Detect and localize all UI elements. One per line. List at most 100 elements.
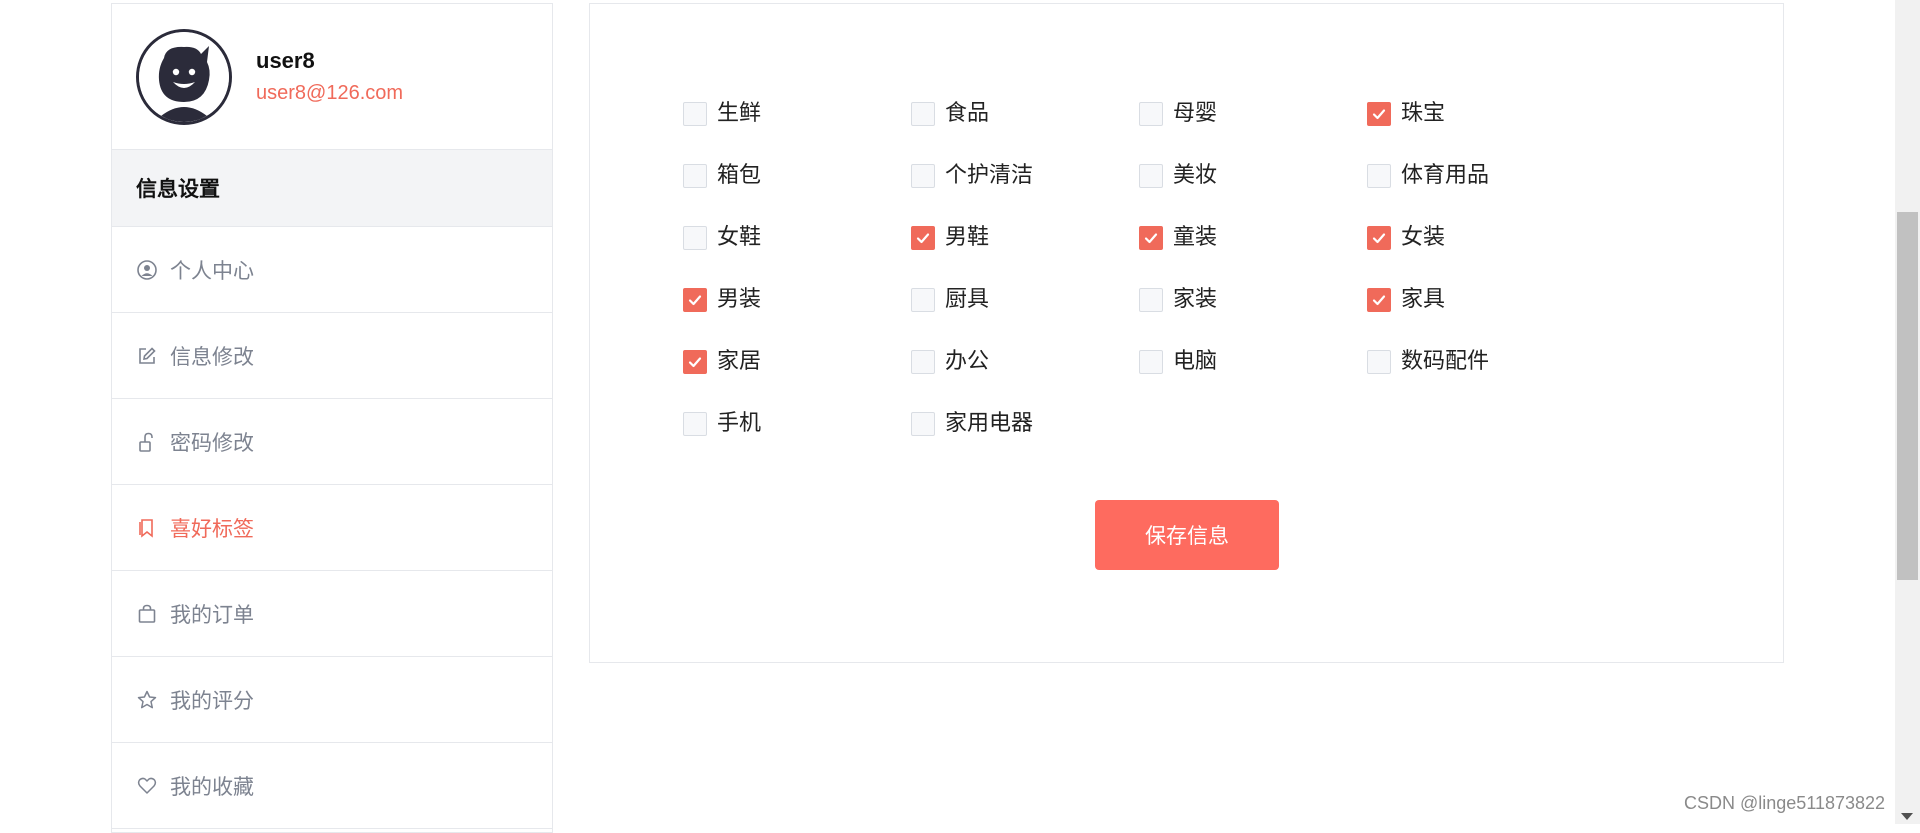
checkbox-unchecked[interactable] [1139, 288, 1163, 312]
tag-checkbox-item[interactable]: 家用电器 [911, 410, 1139, 472]
checkbox-unchecked[interactable] [1139, 164, 1163, 188]
sidebar-item-change-password[interactable]: 密码修改 [112, 399, 552, 485]
user-circle-icon [136, 259, 158, 281]
tag-label: 电脑 [1173, 349, 1218, 374]
tag-checkbox-item[interactable]: 童装 [1139, 224, 1367, 286]
scroll-down-arrow-icon[interactable] [1901, 813, 1913, 820]
checkbox-checked[interactable] [911, 226, 935, 250]
tag-label: 体育用品 [1401, 163, 1490, 188]
checkbox-checked[interactable] [1367, 288, 1391, 312]
tag-checkbox-item[interactable]: 箱包 [683, 162, 911, 224]
tag-checkbox-item[interactable]: 男装 [683, 286, 911, 348]
avatar-face-icon [139, 31, 229, 122]
tag-checkbox-item[interactable]: 母婴 [1139, 100, 1367, 162]
checkbox-unchecked[interactable] [683, 412, 707, 436]
profile-card: user8 user8@126.com [112, 4, 552, 150]
tag-label: 女装 [1401, 225, 1446, 250]
checkbox-checked[interactable] [683, 350, 707, 374]
tag-checkbox-item[interactable]: 美妆 [1139, 162, 1367, 224]
page-scrollbar[interactable] [1895, 0, 1920, 824]
tag-label: 箱包 [717, 163, 762, 188]
checkbox-unchecked[interactable] [911, 164, 935, 188]
scrollbar-thumb[interactable] [1897, 212, 1918, 580]
section-title: 信息设置 [112, 150, 552, 227]
tag-checkbox-item[interactable]: 女鞋 [683, 224, 911, 286]
tag-label: 个护清洁 [945, 163, 1034, 188]
checkbox-checked[interactable] [1367, 226, 1391, 250]
tag-checkbox-item[interactable]: 数码配件 [1367, 348, 1595, 410]
tag-label: 手机 [717, 411, 762, 436]
checkmark-icon [1144, 233, 1158, 244]
shopping-bag-icon [136, 603, 158, 625]
tag-label: 母婴 [1173, 101, 1218, 126]
checkbox-unchecked[interactable] [911, 288, 935, 312]
sidebar-item-label: 个人中心 [170, 258, 254, 283]
bookmark-icon [136, 517, 158, 539]
preference-tags-panel: 生鲜 食品 母婴 珠宝箱包 个护清洁 美妆 体育用品女鞋 男鞋 童装 女装男装 厨具 家装 家具家居 办公… [589, 3, 1784, 663]
star-icon [136, 689, 158, 711]
tag-label: 童装 [1173, 225, 1218, 250]
checkbox-unchecked[interactable] [911, 102, 935, 126]
tag-label: 数码配件 [1401, 349, 1490, 374]
tag-label: 家具 [1401, 287, 1446, 312]
username: user8 [256, 48, 315, 73]
tag-checkbox-item[interactable]: 厨具 [911, 286, 1139, 348]
checkbox-unchecked[interactable] [683, 102, 707, 126]
checkbox-unchecked[interactable] [683, 164, 707, 188]
checkmark-icon [1372, 295, 1386, 306]
edit-icon [136, 345, 158, 367]
tag-checkbox-item[interactable]: 电脑 [1139, 348, 1367, 410]
checkmark-icon [688, 295, 702, 306]
tag-checkbox-item[interactable]: 办公 [911, 348, 1139, 410]
sidebar-item-edit-info[interactable]: 信息修改 [112, 313, 552, 399]
sidebar: user8 user8@126.com 信息设置 个人中心 信息修改 密码修改 … [111, 3, 553, 833]
checkbox-checked[interactable] [683, 288, 707, 312]
tag-label: 美妆 [1173, 163, 1218, 188]
checkmark-icon [1372, 233, 1386, 244]
sidebar-item-profile-center[interactable]: 个人中心 [112, 227, 552, 313]
checkbox-unchecked[interactable] [1139, 350, 1163, 374]
checkmark-icon [1372, 109, 1386, 120]
sidebar-item-label: 喜好标签 [170, 516, 254, 541]
checkmark-icon [916, 233, 930, 244]
tag-checkbox-item[interactable]: 生鲜 [683, 100, 911, 162]
tag-checkbox-item[interactable]: 家具 [1367, 286, 1595, 348]
tag-label: 男鞋 [945, 225, 990, 250]
checkbox-unchecked[interactable] [1367, 164, 1391, 188]
tag-checkbox-grid: 生鲜 食品 母婴 珠宝箱包 个护清洁 美妆 体育用品女鞋 男鞋 童装 女装男装 厨具 家装 家具家居 办公… [683, 100, 1595, 472]
tag-checkbox-item[interactable]: 体育用品 [1367, 162, 1595, 224]
sidebar-item-my-favorites[interactable]: 我的收藏 [112, 743, 552, 829]
tag-checkbox-item[interactable]: 男鞋 [911, 224, 1139, 286]
tag-label: 家装 [1173, 287, 1218, 312]
tag-checkbox-item[interactable]: 女装 [1367, 224, 1595, 286]
user-email: user8@126.com [256, 82, 404, 104]
sidebar-item-label: 我的收藏 [170, 774, 254, 799]
tag-checkbox-item[interactable]: 个护清洁 [911, 162, 1139, 224]
checkbox-unchecked[interactable] [683, 226, 707, 250]
sidebar-item-label: 我的评分 [170, 688, 254, 713]
tag-label: 家用电器 [945, 411, 1034, 436]
checkbox-unchecked[interactable] [911, 412, 935, 436]
checkbox-unchecked[interactable] [1367, 350, 1391, 374]
sidebar-item-my-ratings[interactable]: 我的评分 [112, 657, 552, 743]
tag-checkbox-item[interactable]: 家装 [1139, 286, 1367, 348]
tag-checkbox-item[interactable]: 手机 [683, 410, 911, 472]
sidebar-item-label: 信息修改 [170, 344, 254, 369]
unlock-icon [136, 431, 158, 453]
sidebar-item-my-orders[interactable]: 我的订单 [112, 571, 552, 657]
sidebar-item-preference-tags[interactable]: 喜好标签 [112, 485, 552, 571]
avatar[interactable] [136, 28, 232, 125]
tag-label: 珠宝 [1401, 101, 1446, 126]
checkbox-unchecked[interactable] [911, 350, 935, 374]
tag-label: 女鞋 [717, 225, 762, 250]
tag-checkbox-item[interactable]: 家居 [683, 348, 911, 410]
checkbox-checked[interactable] [1367, 102, 1391, 126]
tag-label: 厨具 [945, 287, 990, 312]
checkbox-unchecked[interactable] [1139, 102, 1163, 126]
tag-checkbox-item[interactable]: 珠宝 [1367, 100, 1595, 162]
tag-label: 男装 [717, 287, 762, 312]
checkbox-checked[interactable] [1139, 226, 1163, 250]
tag-label: 生鲜 [717, 101, 762, 126]
tag-checkbox-item[interactable]: 食品 [911, 100, 1139, 162]
save-button[interactable]: 保存信息 [1095, 500, 1279, 570]
